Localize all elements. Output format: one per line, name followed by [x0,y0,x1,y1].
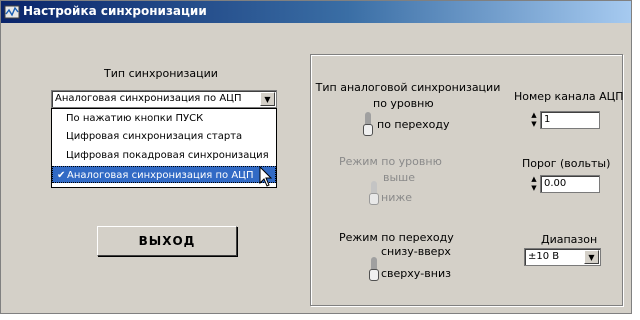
toggle-knob[interactable] [369,269,379,281]
sync-type-value: Аналоговая синхронизация по АЦП [55,93,242,104]
analog-type-option-level: по уровню [373,97,434,110]
analog-type-label: Тип аналоговой синхронизации [315,81,501,94]
title-bar[interactable]: Настройка синхронизации [1,1,631,23]
toggle-knob[interactable] [363,124,373,136]
window-title: Настройка синхронизации [23,4,207,18]
spin-arrows-icon[interactable]: ▲ ▼ [529,175,539,193]
dropdown-option-analog-adc[interactable]: ✔ Аналоговая синхронизация по АЦП [52,166,276,183]
chevron-down-icon[interactable]: ▼ [260,92,275,106]
sync-type-label: Тип синхронизации [104,67,218,80]
level-mode-toggle[interactable] [369,181,379,205]
analog-type-toggle[interactable] [363,112,373,136]
adc-channel-label: Номер канала АЦП [514,90,624,103]
adc-channel-input[interactable]: 1 [540,111,600,129]
range-value: ±10 В [528,251,560,262]
level-mode-option-below: ниже [381,191,413,204]
transition-mode-option-down: сверху-вниз [381,267,451,280]
exit-button[interactable]: ВЫХОД [97,226,237,256]
mouse-cursor-icon [259,166,273,187]
sync-type-select[interactable]: Аналоговая синхронизация по АЦП ▼ [51,90,277,108]
chevron-down-icon[interactable]: ▼ [584,250,599,264]
spin-arrows-icon[interactable]: ▲ ▼ [529,111,539,129]
transition-mode-label: Режим по переходу [339,231,454,244]
transition-mode-option-up: снизу-вверх [381,245,451,258]
toggle-knob[interactable] [369,193,379,205]
level-mode-label: Режим по уровню [339,155,442,168]
checkmark-icon: ✔ [57,170,66,181]
dropdown-option-digital-frame[interactable]: Цифровая покадровая синхронизация [52,147,276,164]
range-select[interactable]: ±10 В ▼ [524,248,601,266]
threshold-label: Порог (вольты) [522,157,611,170]
range-label: Диапазон [541,233,598,246]
transition-mode-toggle[interactable] [369,257,379,281]
app-icon [4,5,20,19]
analog-settings-group: Тип аналоговой синхронизации по уровню п… [310,54,623,306]
sync-type-dropdown: По нажатию кнопки ПУСК Цифровая синхрони… [51,108,277,188]
dropdown-option-start-button[interactable]: По нажатию кнопки ПУСК [52,110,276,127]
threshold-input[interactable]: 0.00 [540,175,600,193]
level-mode-option-above: выше [383,171,416,184]
analog-type-option-transition: по переходу [377,118,450,131]
dropdown-option-digital-start[interactable]: Цифровая синхронизация старта [52,128,276,145]
settings-window: Настройка синхронизации Тип синхронизаци… [0,0,632,314]
